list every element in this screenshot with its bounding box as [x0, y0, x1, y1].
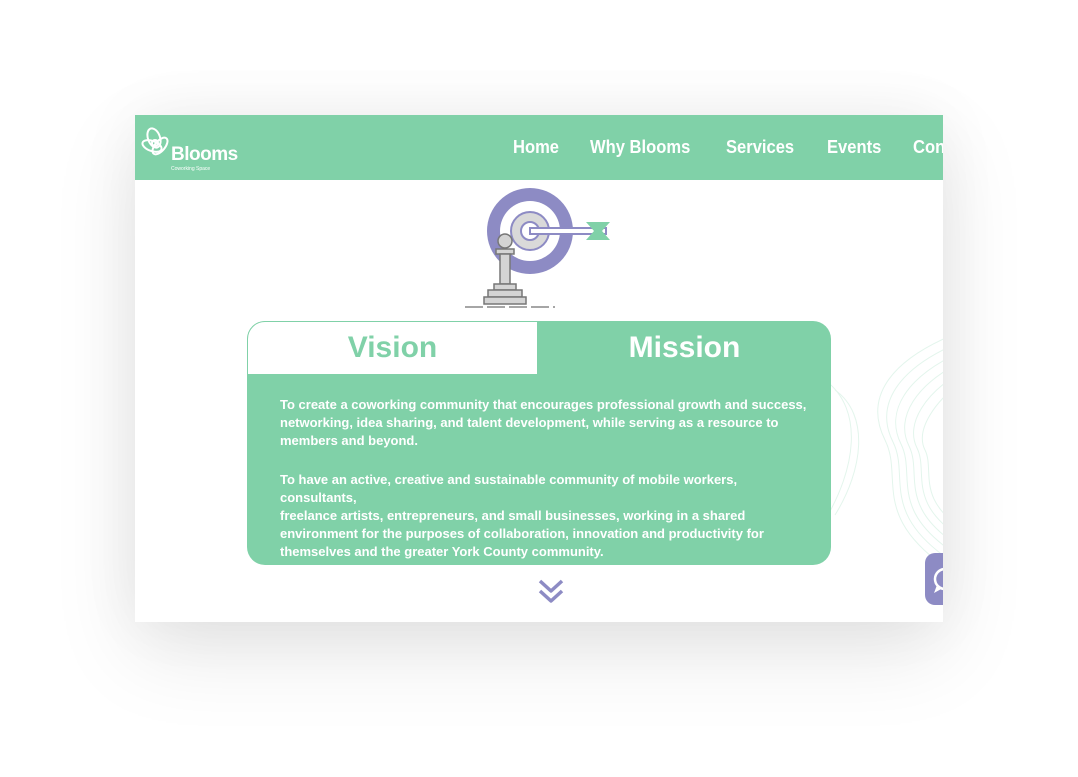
double-chevron-down-icon[interactable]	[536, 577, 566, 607]
mission-paragraph-2: To have an active, creative and sustaina…	[280, 472, 764, 559]
logo-tagline: Coworking Space	[171, 166, 211, 172]
nav-why-blooms[interactable]: Why Blooms	[590, 137, 690, 158]
nav-contact-us[interactable]: Contact us	[913, 137, 943, 158]
tab-vision[interactable]: Vision	[247, 321, 538, 375]
tab-mission[interactable]: Mission	[538, 321, 831, 375]
target-arrow-chess-icon	[465, 188, 610, 308]
nav-home[interactable]: Home	[513, 137, 559, 158]
top-navbar: Blooms Coworking Space Home Why Blooms S…	[135, 115, 943, 180]
browser-frame: Blooms Coworking Space Home Why Blooms S…	[135, 115, 943, 622]
main-nav: Home Why Blooms Services Events Contact …	[513, 115, 943, 180]
vision-mission-card: Vision Mission To create a coworking com…	[247, 321, 831, 565]
blooms-logo[interactable]: Blooms Coworking Space	[138, 124, 238, 174]
nav-services[interactable]: Services	[726, 137, 794, 158]
nav-events[interactable]: Events	[827, 137, 881, 158]
chat-widget-button[interactable]	[925, 553, 943, 605]
mission-paragraph-1: To create a coworking community that enc…	[280, 397, 807, 448]
chat-bubble-icon	[933, 567, 943, 593]
logo-wordmark: Blooms	[171, 144, 238, 165]
